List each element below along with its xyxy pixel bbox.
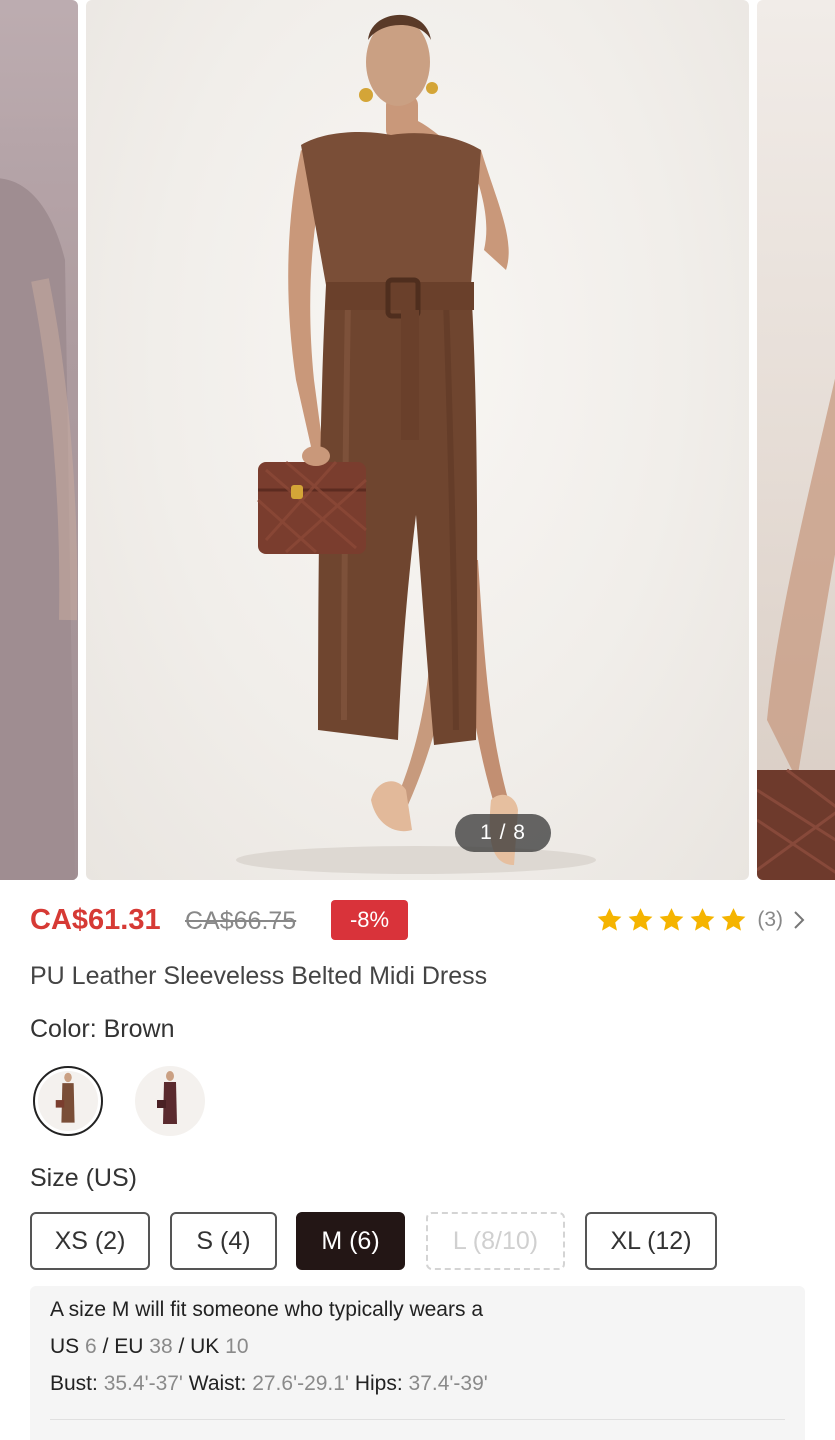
product-image-carousel[interactable]: 1 / 8 <box>0 0 835 880</box>
size-option-m[interactable]: M (6) <box>296 1212 405 1270</box>
color-label: Color: Brown <box>30 1015 175 1043</box>
eu-label: EU <box>114 1335 144 1358</box>
rating-stars <box>595 906 748 934</box>
size-label: Size (US) <box>30 1164 137 1192</box>
chevron-right-icon <box>794 911 805 929</box>
burgundy-dress-thumbnail <box>157 1071 177 1124</box>
size-option-s[interactable]: S (4) <box>170 1212 277 1270</box>
us-value: 6 <box>85 1335 97 1358</box>
next-dress-illustration <box>757 378 835 880</box>
rating-summary[interactable]: (3) <box>595 906 805 934</box>
carousel-next-image[interactable] <box>757 0 835 880</box>
size-fit-info: A size M will fit someone who typically … <box>30 1286 805 1440</box>
size-option-xl[interactable]: XL (12) <box>585 1212 717 1270</box>
carousel-previous-image[interactable] <box>0 0 78 880</box>
size-options: XS (2) S (4) M (6) L (8/10) XL (12) <box>30 1212 717 1270</box>
product-title: PU Leather Sleeveless Belted Midi Dress <box>30 962 488 990</box>
model-dress-illustration <box>236 14 596 874</box>
color-swatch-brown[interactable] <box>33 1066 103 1136</box>
waist-label: Waist: <box>188 1372 247 1395</box>
star-icon <box>659 908 684 931</box>
fit-intro: A size M will fit someone who typically … <box>50 1298 483 1321</box>
hips-label: Hips: <box>354 1372 403 1395</box>
eu-value: 38 <box>149 1335 173 1358</box>
price-row: CA$61.31 CA$66.75 -8% (3) <box>30 898 805 944</box>
fit-conversion: US 6 / EU 38 / UK 10 <box>50 1335 249 1358</box>
discount-badge: -8% <box>331 900 408 940</box>
fit-divider <box>50 1419 785 1420</box>
hips-value: 37.4'-39' <box>408 1372 488 1395</box>
previous-dress-illustration <box>0 178 78 880</box>
star-icon <box>690 908 715 931</box>
size-option-l[interactable]: L (8/10) <box>426 1212 565 1270</box>
star-icon <box>721 908 746 931</box>
us-label: US <box>50 1335 80 1358</box>
brown-dress-thumbnail <box>55 1072 75 1123</box>
image-counter: 1 / 8 <box>455 814 551 852</box>
bust-value: 35.4'-37' <box>103 1372 183 1395</box>
size-option-xs[interactable]: XS (2) <box>30 1212 150 1270</box>
star-icon <box>597 908 622 931</box>
color-swatches <box>33 1066 205 1136</box>
fit-measurements: Bust: 35.4'-37' Waist: 27.6'-29.1' Hips:… <box>50 1372 488 1396</box>
bust-label: Bust: <box>50 1372 98 1395</box>
uk-value: 10 <box>225 1335 249 1358</box>
star-icon <box>628 908 653 931</box>
original-price: CA$66.75 <box>185 907 297 935</box>
review-count: (3) <box>757 908 783 931</box>
color-swatch-burgundy[interactable] <box>135 1066 205 1136</box>
waist-value: 27.6'-29.1' <box>252 1372 349 1395</box>
carousel-main-image[interactable]: 1 / 8 <box>86 0 749 880</box>
uk-label: UK <box>190 1335 220 1358</box>
current-price: CA$61.31 <box>30 904 161 936</box>
